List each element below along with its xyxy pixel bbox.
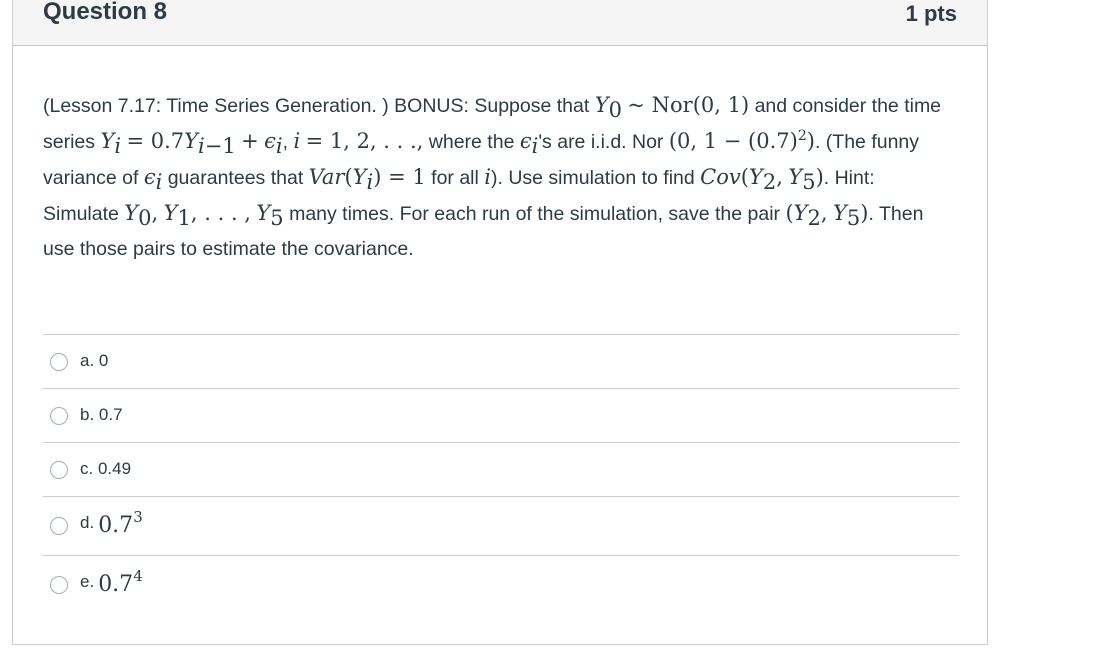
question-header: Question 8 1 pts <box>13 0 987 46</box>
answer-a-text: 0 <box>98 351 109 370</box>
answer-e-label: e. 0.74 <box>80 568 143 597</box>
radio-button-a[interactable] <box>50 353 68 371</box>
answer-a-prefix: a. <box>80 351 95 370</box>
answer-b[interactable]: b. 0.7 <box>43 388 959 442</box>
answer-a[interactable]: a. 0 <box>43 334 959 388</box>
answer-b-prefix: b. <box>80 405 95 424</box>
answer-e[interactable]: e. 0.74 <box>43 555 959 614</box>
answer-d-prefix: d. <box>80 513 95 532</box>
question-text: (Lesson 7.17: Time Series Generation. ) … <box>43 93 942 260</box>
answer-list: a. 0 b. 0.7 c. 0.49 d. 0.73 e. 0.74 <box>43 334 959 614</box>
answer-d-label: d. 0.73 <box>80 509 143 538</box>
answer-d-base: 0.7 <box>98 513 134 538</box>
answer-c[interactable]: c. 0.49 <box>43 442 959 496</box>
answer-c-label: c. 0.49 <box>80 459 131 479</box>
answer-b-label: b. 0.7 <box>80 405 123 425</box>
radio-button-e[interactable] <box>50 576 68 594</box>
answer-b-text: 0.7 <box>98 405 123 424</box>
answer-e-prefix: e. <box>80 572 95 591</box>
answer-e-base: 0.7 <box>98 572 134 597</box>
answer-d[interactable]: d. 0.73 <box>43 496 959 555</box>
radio-button-b[interactable] <box>50 407 68 425</box>
radio-button-c[interactable] <box>50 461 68 479</box>
radio-button-d[interactable] <box>50 517 68 535</box>
question-card: Question 8 1 pts (Lesson 7.17: Time Seri… <box>12 0 988 645</box>
question-points: 1 pts <box>905 1 957 26</box>
answer-d-exponent: 3 <box>133 507 143 526</box>
answer-a-label: a. 0 <box>80 351 108 371</box>
answer-c-text: 0.49 <box>97 459 132 478</box>
question-title: Question 8 <box>43 0 168 25</box>
answer-e-exponent: 4 <box>133 566 143 585</box>
answer-c-prefix: c. <box>80 459 94 478</box>
